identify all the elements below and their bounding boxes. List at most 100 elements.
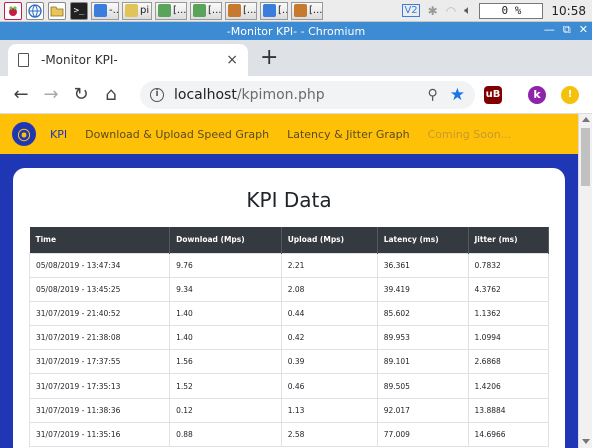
bookmark-star-icon[interactable]: ★ <box>450 85 465 105</box>
kpi-table: Time Download (Mps) Upload (Mps) Latency (m… <box>28 227 550 448</box>
window-app-icon <box>294 4 307 17</box>
table-cell: 1.40 <box>169 325 282 351</box>
table-cell: 2.58 <box>280 421 378 448</box>
table-cell: 0.44 <box>280 300 378 327</box>
table-cell: 1.1362 <box>467 300 550 327</box>
taskbar-window-label: -... <box>109 5 119 16</box>
table-cell: 89.953 <box>376 325 469 351</box>
window-app-icon <box>125 4 138 17</box>
vertical-scrollbar[interactable] <box>578 114 592 448</box>
table-header-row: Time Download (Mps) Upload (Mps) Latency (m… <box>29 227 550 253</box>
taskbar-window-button[interactable]: [... <box>190 1 222 20</box>
taskbar-window-button[interactable]: [... <box>225 1 257 20</box>
table-row: 31/07/2019 - 11:38:36 0.12 1.13 92.017 13.88… <box>28 397 550 423</box>
table-cell: 31/07/2019 - 17:35:13 <box>28 373 171 399</box>
table-cell: 89.505 <box>376 373 469 399</box>
page-heading: KPI Data <box>246 188 332 212</box>
table-cell: 9.34 <box>169 276 282 302</box>
table-cell: 1.40 <box>169 300 282 327</box>
table-cell: 1.0994 <box>467 325 550 351</box>
terminal-launcher-icon[interactable]: >_ <box>70 1 88 20</box>
cpu-usage-monitor: 0 % <box>479 2 544 19</box>
table-cell: 0.12 <box>169 397 282 423</box>
table-cell: 05/08/2019 - 13:45:25 <box>28 276 171 302</box>
scroll-down-arrow-icon[interactable] <box>582 439 590 444</box>
taskbar-window-label: [... <box>208 5 222 16</box>
column-header[interactable]: Latency (ms) <box>377 227 469 253</box>
site-info-icon[interactable]: i <box>150 88 164 102</box>
taskbar-window-label: pi <box>140 5 150 16</box>
table-cell: 0.88 <box>169 421 282 448</box>
taskbar-window-label: [... <box>173 5 187 16</box>
update-alert-icon[interactable]: ! <box>561 86 579 104</box>
scrollbar-thumb[interactable] <box>581 128 590 186</box>
taskbar-window-button[interactable]: [... <box>260 1 288 20</box>
column-header[interactable]: Download (Mps) <box>169 227 282 253</box>
table-cell: 85.602 <box>376 300 469 327</box>
taskbar-window-button[interactable]: [... <box>155 1 187 20</box>
nav-link[interactable]: Download & Upload Speed Graph <box>85 128 269 141</box>
close-window-icon[interactable]: ✕ <box>579 23 588 37</box>
back-arrow-icon[interactable]: ← <box>6 84 36 105</box>
volume-icon[interactable]: 🔈︎ <box>464 3 471 18</box>
minimize-icon[interactable]: — <box>544 23 555 37</box>
page-icon <box>18 53 29 67</box>
table-cell: 31/07/2019 - 21:38:08 <box>28 325 171 351</box>
table-row: 31/07/2019 - 21:38:08 1.40 0.42 89.953 1.099… <box>28 325 550 351</box>
web-browser-launcher-icon[interactable] <box>26 1 44 20</box>
file-manager-launcher-icon[interactable] <box>48 1 66 20</box>
table-cell: 92.017 <box>376 397 469 423</box>
address-bar[interactable]: i localhost/kpimon.php ⚲ ★ <box>140 81 475 109</box>
new-tab-button[interactable]: + <box>260 47 278 69</box>
tab-strip: -Monitor KPI- × + <box>0 40 592 76</box>
table-cell: 31/07/2019 - 11:38:36 <box>28 397 171 423</box>
browser-toolbar: ← → ↻ ⌂ i localhost/kpimon.php ⚲ ★ uB k … <box>0 76 592 114</box>
table-cell: 14.6966 <box>467 421 550 448</box>
taskbar-window-button[interactable]: -... <box>91 1 119 20</box>
table-row: 31/07/2019 - 21:40:52 1.40 0.44 85.602 1.136… <box>28 300 550 327</box>
reload-icon[interactable]: ↻ <box>66 84 96 105</box>
ublock-extension-icon[interactable]: uB <box>484 86 502 104</box>
url-path: /kpimon.php <box>236 87 325 103</box>
home-icon[interactable]: ⌂ <box>96 84 126 105</box>
table-cell: 1.52 <box>169 373 282 399</box>
taskbar-window-button[interactable]: pi <box>122 1 152 20</box>
taskbar-window-button[interactable]: [... <box>291 1 323 20</box>
zoom-icon[interactable]: ⚲ <box>427 87 437 103</box>
window-app-icon <box>94 4 107 17</box>
scroll-up-arrow-icon[interactable] <box>582 117 590 122</box>
maximize-icon[interactable]: ⧉ <box>563 23 571 37</box>
window-app-icon <box>158 4 171 17</box>
column-header[interactable]: Upload (Mps) <box>281 227 378 253</box>
table-cell: 2.6868 <box>467 349 550 375</box>
table-row: 31/07/2019 - 17:35:13 1.52 0.46 89.505 1.420… <box>28 373 550 399</box>
table-cell: 9.76 <box>169 252 282 278</box>
nav-link[interactable]: Latency & Jitter Graph <box>287 128 410 141</box>
forward-arrow-icon[interactable]: → <box>36 84 66 105</box>
window-app-icon <box>228 4 241 17</box>
table-cell: 31/07/2019 - 17:37:55 <box>28 349 171 375</box>
column-header[interactable]: Time <box>29 227 171 253</box>
page-viewport: ⦿ KPI Download & Upload Speed Graph Latenc… <box>0 114 592 448</box>
vnc-icon[interactable]: V2 <box>402 4 420 17</box>
column-header[interactable]: Jitter (ms) <box>468 227 550 253</box>
bluetooth-icon[interactable]: ✱ <box>428 4 438 18</box>
table-cell: 1.13 <box>280 397 378 423</box>
nav-link[interactable]: KPI <box>50 128 67 141</box>
table-cell: 77.009 <box>376 421 469 448</box>
table-cell: 05/08/2019 - 13:47:34 <box>28 252 171 278</box>
tab-close-icon[interactable]: × <box>226 52 238 68</box>
browser-tab[interactable]: -Monitor KPI- × <box>8 44 248 76</box>
raspberry-menu-icon[interactable] <box>4 1 22 20</box>
brand-logo-icon[interactable]: ⦿ <box>12 122 36 146</box>
taskbar-window-label: [... <box>309 5 323 16</box>
wifi-icon[interactable]: ◠ <box>446 4 456 18</box>
table-cell: 1.56 <box>169 349 282 375</box>
table-cell: 13.8884 <box>467 397 550 423</box>
window-title: -Monitor KPI- - Chromium <box>226 24 366 38</box>
site-navbar: ⦿ KPI Download & Upload Speed Graph Latenc… <box>0 114 578 154</box>
window-titlebar: -Monitor KPI- - Chromium — ⧉ ✕ <box>0 22 592 40</box>
profile-avatar[interactable]: k <box>528 86 546 104</box>
table-cell: 31/07/2019 - 11:35:16 <box>28 421 171 448</box>
clock[interactable]: 10:58 <box>551 4 586 18</box>
